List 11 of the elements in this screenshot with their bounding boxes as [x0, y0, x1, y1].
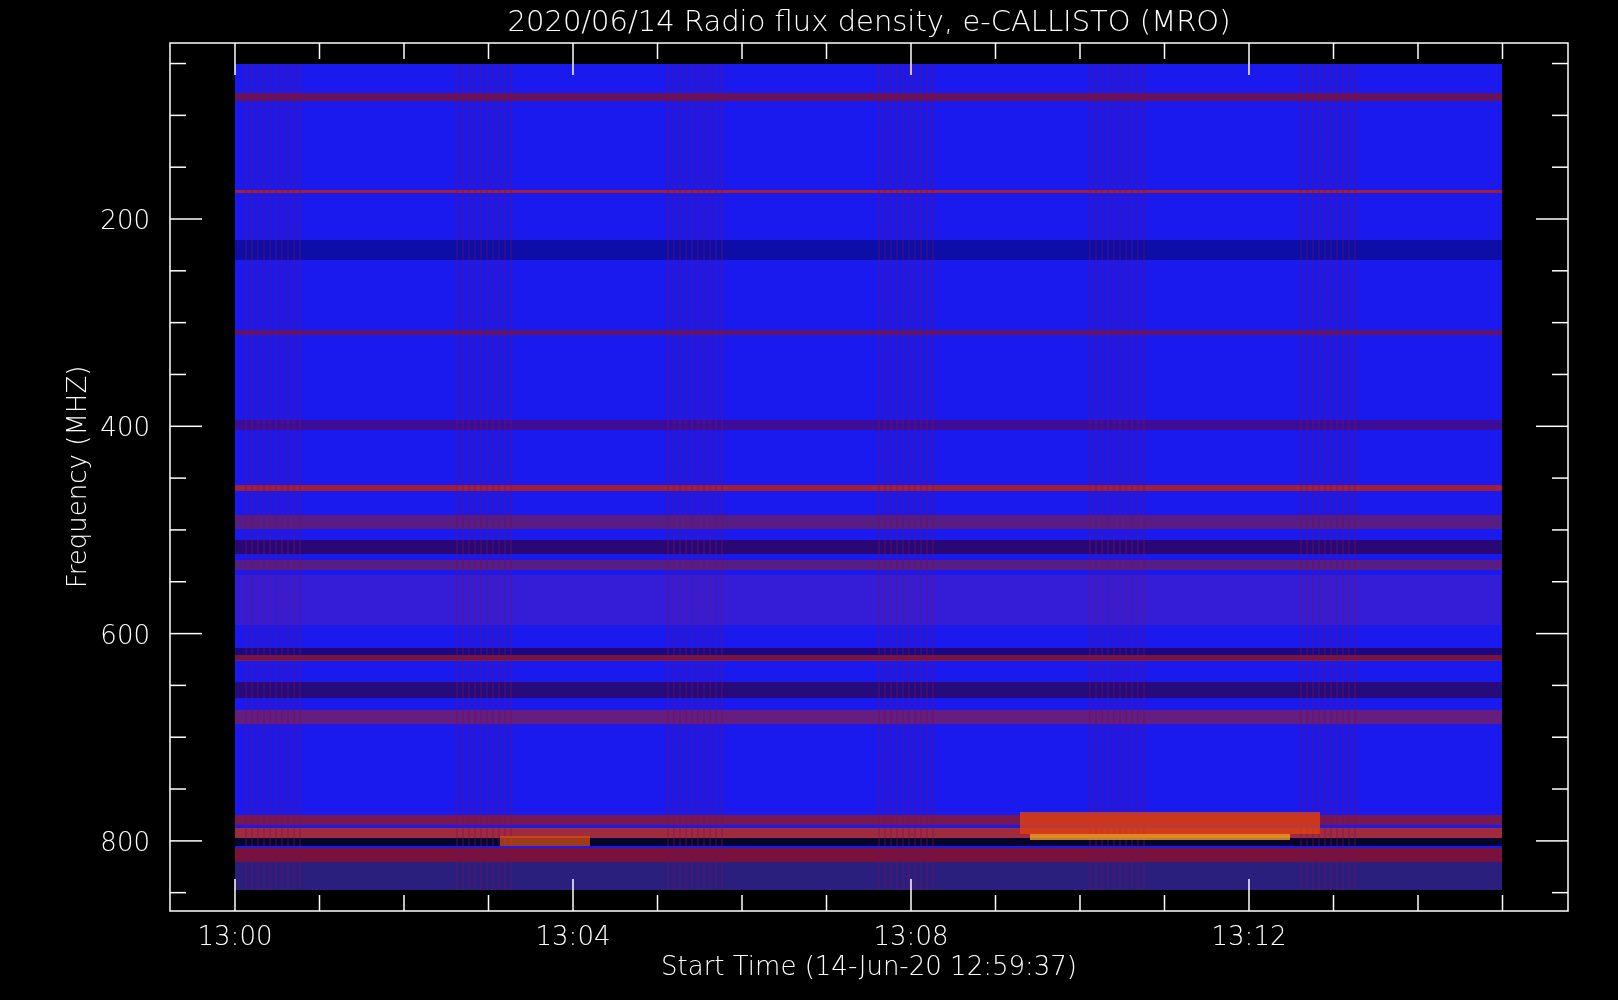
y-tick-label: 600 [100, 619, 150, 650]
y-tick-label: 800 [100, 826, 150, 857]
y-tick-label: 200 [100, 205, 150, 235]
y-tick-label: 400 [100, 412, 150, 443]
x-axis-label: Start Time (14-Jun-20 12:59:37) [661, 951, 1077, 981]
chart-title: 2020/06/14 Radio flux density, e-CALLISTO (MRO) [507, 4, 1231, 38]
x-tick-label: 13:08 [873, 921, 949, 951]
y-axis-label: Frequency (MHZ) [62, 365, 92, 589]
x-tick-label: 13:12 [1211, 921, 1287, 951]
x-tick-label: 13:00 [197, 921, 273, 951]
x-tick-label: 13:04 [535, 921, 611, 951]
